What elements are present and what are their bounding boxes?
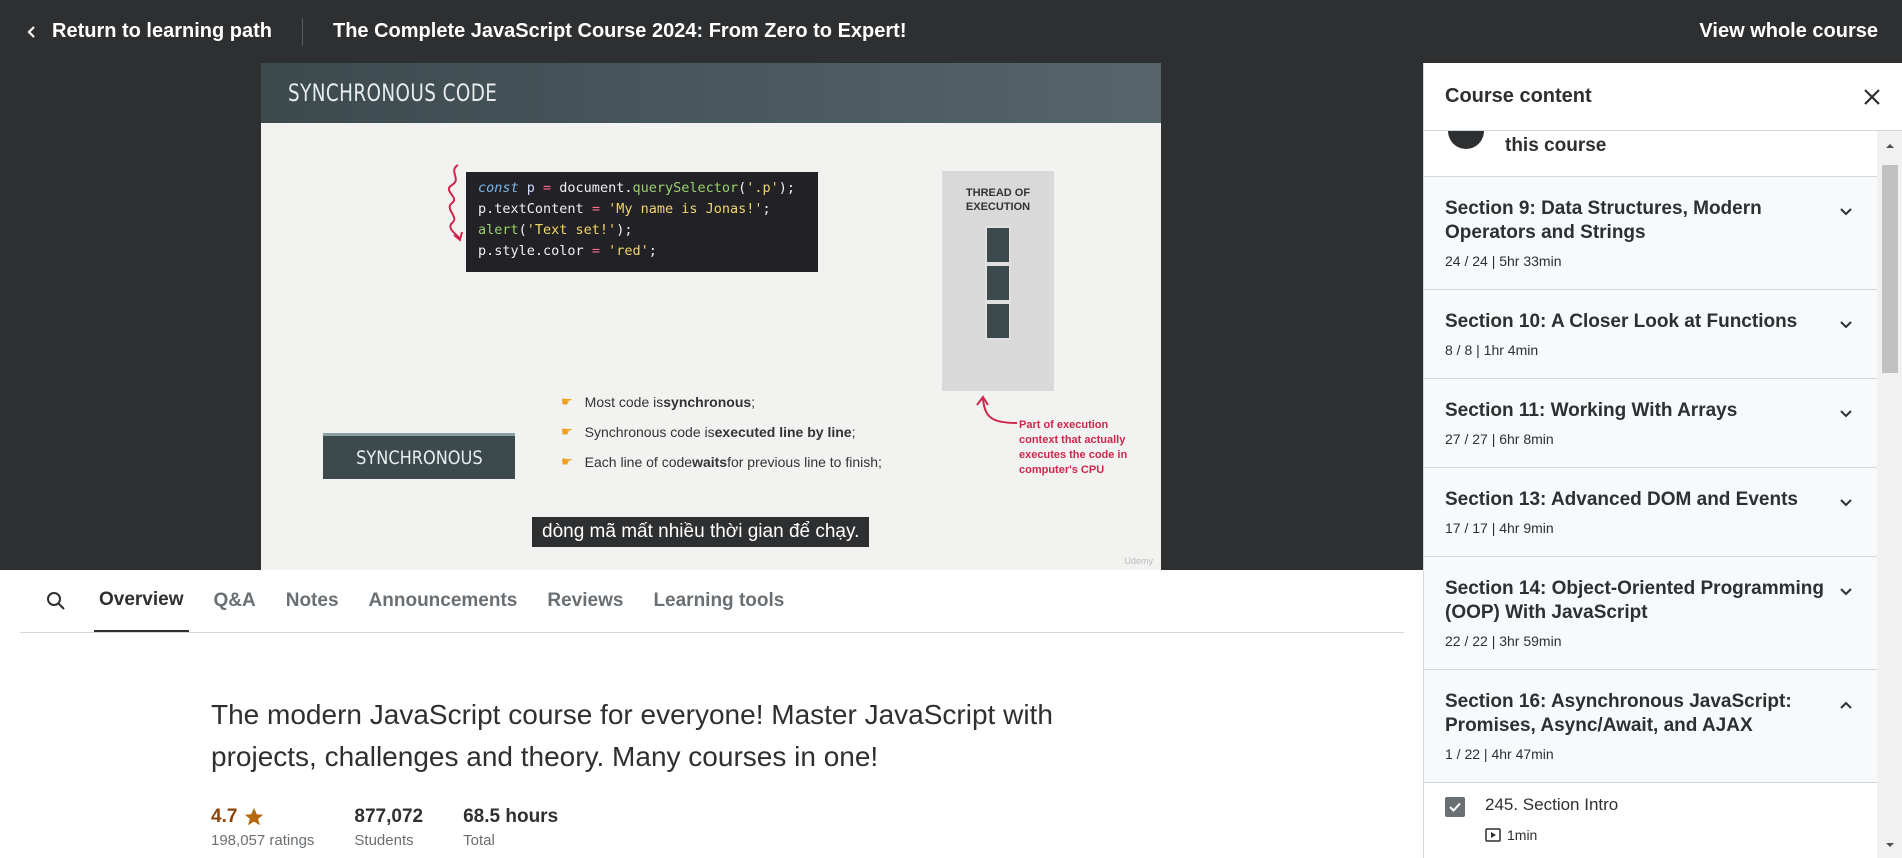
lecture-duration-row: 1min [1485,827,1537,843]
section-item[interactable]: Section 14: Object-Oriented Programming … [1424,557,1877,670]
bullet-item: ☛ Each line of code waits for previous li… [561,454,882,470]
view-whole-course-link[interactable]: View whole course [1699,20,1878,43]
scroll-up-icon[interactable] [1885,141,1895,151]
synchronous-label-box: SYNCHRONOUS [323,433,515,479]
section-meta: 27 / 27 | 6hr 8min [1445,431,1554,447]
scroll-down-icon[interactable] [1885,840,1895,850]
slide-bullets: ☛ Most code is synchronous; ☛ Synchronous … [561,394,882,484]
section-title: Section 16: Asynchronous JavaScript: Pro… [1445,691,1792,736]
tab-notes[interactable]: Notes [281,570,344,632]
section-meta: 17 / 17 | 4hr 9min [1445,520,1554,536]
chevron-up-icon [1840,701,1852,709]
tab-announcements[interactable]: Announcements [364,570,523,632]
tab-qa[interactable]: Q&A [209,570,261,632]
students-stat: 877,072 Students [354,806,423,849]
back-label: Return to learning path [52,20,272,42]
section-item[interactable]: Section 13: Advanced DOM and Events 17 /… [1424,468,1877,557]
section-item-expanded[interactable]: Section 16: Asynchronous JavaScript: Pro… [1424,670,1877,783]
students-value: 877,072 [354,806,424,827]
top-bar: Return to learning path The Complete Jav… [0,0,1902,63]
hours-label: Total [463,832,495,849]
scrollbar-thumb[interactable] [1882,165,1898,373]
section-meta: 22 / 22 | 3hr 59min [1445,633,1562,649]
bullet-item: ☛ Most code is synchronous; [561,394,756,410]
chevron-down-icon [1840,208,1852,216]
curly-arrow-icon [447,164,463,242]
course-title[interactable]: The Complete JavaScript Course 2024: Fro… [303,20,907,43]
star-icon [245,807,264,826]
code-line-4: p.style.color = 'red'; [478,243,657,259]
code-line-2: p.textContent = 'My name is Jonas!'; [478,201,771,217]
section-title: Section 9: Data Structures, Modern Opera… [1445,198,1762,243]
pointing-hand-icon: ☛ [561,424,573,439]
arrow-icon [976,395,1018,424]
rating-count: 198,057 ratings [211,832,315,849]
section-item[interactable]: Section 10: A Closer Look at Functions 8… [1424,290,1877,379]
section-meta: 8 / 8 | 1hr 4min [1445,342,1539,358]
slide-header: SYNCHRONOUS CODE [261,63,1161,123]
course-headline: The modern JavaScript course for everyon… [211,699,1053,772]
thread-blocks [985,226,1011,340]
tab-overview[interactable]: Overview [94,570,189,632]
execution-note: Part of execution context that actually … [1019,419,1128,476]
lecture-duration: 1min [1507,827,1538,843]
video-caption: dòng mã mất nhiều thời gian để chạy. [532,517,870,547]
pointing-hand-icon: ☛ [561,394,573,409]
code-block: const p = document.querySelector('.p'); … [466,172,818,272]
pointing-hand-icon: ☛ [561,454,573,469]
lecture-slide[interactable]: SYNCHRONOUS CODE const p = document.quer… [261,63,1161,570]
close-icon[interactable] [1862,87,1882,107]
rating-value: 4.7 [211,806,238,827]
section-title: Section 10: A Closer Look at Functions [1445,311,1798,332]
list-item[interactable]: this course [1424,131,1877,177]
tab-reviews[interactable]: Reviews [542,570,628,632]
sidebar-scrollbar[interactable] [1877,131,1902,858]
rating-stat[interactable]: 4.7 198,057 ratings [211,806,314,849]
thread-of-execution: THREAD OF EXECUTION [942,171,1054,391]
check-icon [1449,802,1461,812]
lecture-title: 245. Section Intro [1485,795,1619,814]
students-label: Students [354,832,414,849]
section-item[interactable]: Section 11: Working With Arrays 27 / 27 … [1424,379,1877,468]
video-icon [1485,828,1501,842]
watermark: Udemy [1124,556,1153,566]
section-meta: 24 / 24 | 5hr 33min [1445,253,1562,269]
chevron-down-icon [1840,499,1852,507]
section-list: this course Section 9: Data Structures, … [1424,131,1877,858]
lecture-tabs: Overview Q&A Notes Announcements Reviews… [20,570,1404,633]
code-line-3: alert('Text set!'); [478,222,633,238]
lecture-item[interactable]: 245. Section Intro 1min [1424,783,1877,853]
section-item[interactable]: Section 9: Data Structures, Modern Opera… [1424,177,1877,290]
course-content-sidebar: Course content this course Section 9: Da… [1423,63,1902,858]
section-title: Section 13: Advanced DOM and Events [1445,489,1798,510]
sidebar-header: Course content [1424,63,1902,131]
code-line-1: const p = document.querySelector('.p'); [478,180,796,196]
sidebar-title: Course content [1445,85,1592,107]
completed-checkbox[interactable] [1445,797,1465,817]
tab-search[interactable] [36,570,76,632]
chevron-down-icon [1840,410,1852,418]
hours-stat: 68.5 hours Total [463,806,558,849]
video-player[interactable]: SYNCHRONOUS CODE const p = document.quer… [0,63,1423,570]
tab-learning-tools[interactable]: Learning tools [648,570,789,632]
chevron-left-icon [27,25,35,38]
slide-title: SYNCHRONOUS CODE [288,79,498,107]
course-stats: 4.7 198,057 ratings 877,072 Students 68.… [211,806,598,849]
bullet-item: ☛ Synchronous code is executed line by li… [561,424,856,440]
section-title: Section 11: Working With Arrays [1445,400,1738,421]
info-icon [1448,131,1484,149]
hours-value: 68.5 hours [463,806,559,827]
return-to-learning-path-link[interactable]: Return to learning path [0,0,302,63]
thread-label: THREAD OF EXECUTION [965,187,1031,213]
section-meta: 1 / 22 | 4hr 47min [1445,746,1554,762]
chevron-down-icon [1840,588,1852,596]
search-icon [47,592,65,610]
chevron-down-icon [1840,321,1852,329]
section-title: Section 14: Object-Oriented Programming … [1445,578,1825,623]
